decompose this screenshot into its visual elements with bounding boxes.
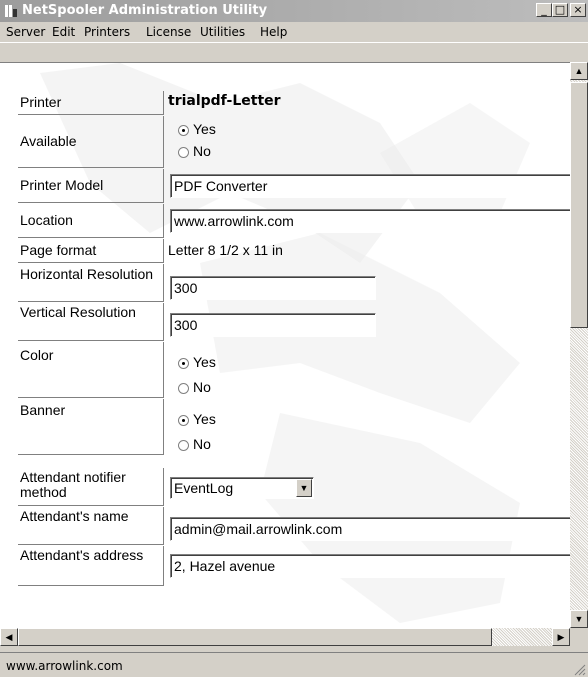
printer-model-label: Printer Model: [18, 169, 164, 203]
vertical-resolution-label: Vertical Resolution: [18, 303, 164, 341]
menu-printers[interactable]: Printers: [84, 25, 130, 39]
menu-help[interactable]: Help: [260, 25, 287, 39]
page-format-label: Page format: [18, 239, 164, 263]
location-input[interactable]: [170, 209, 570, 233]
status-text: www.arrowlink.com: [6, 659, 123, 673]
printer-model-input[interactable]: [170, 174, 570, 198]
window-title: NetSpooler Administration Utility: [22, 3, 268, 18]
printer-app-icon: [5, 5, 17, 17]
location-label: Location: [18, 204, 164, 238]
available-yes-option[interactable]: Yes: [178, 121, 216, 137]
horizontal-resolution-label: Horizontal Resolution: [18, 264, 164, 302]
menu-license[interactable]: License: [146, 25, 191, 39]
status-bar: www.arrowlink.com: [0, 652, 588, 677]
scroll-left-button[interactable]: ◀: [0, 628, 18, 646]
menu-bar: Server Edit Printers License Utilities H…: [0, 22, 588, 43]
attendants-address-input[interactable]: [170, 554, 570, 578]
chevron-down-icon[interactable]: ▼: [296, 479, 312, 497]
banner-yes-option[interactable]: Yes: [178, 411, 216, 427]
resize-grip-icon[interactable]: [574, 664, 586, 676]
printer-name: trialpdf-Letter: [168, 93, 281, 109]
color-label: Color: [18, 342, 164, 398]
attendants-name-label: Attendant's name: [18, 507, 164, 545]
menu-utilities[interactable]: Utilities: [200, 25, 245, 39]
arrow-up-icon: ▲: [574, 66, 584, 76]
radio-selected-icon[interactable]: [178, 124, 189, 136]
radio-selected-icon[interactable]: [178, 357, 189, 369]
attendant-notifier-method-select[interactable]: EventLog ▼: [170, 477, 314, 499]
vertical-scroll-thumb[interactable]: [570, 82, 588, 328]
arrow-right-icon: ▶: [557, 632, 565, 642]
radio-selected-icon[interactable]: [178, 414, 189, 426]
arrow-down-icon: ▼: [574, 614, 584, 624]
title-bar[interactable]: NetSpooler Administration Utility _ □ ×: [0, 0, 588, 22]
scroll-right-button[interactable]: ▶: [552, 628, 570, 646]
app-window: NetSpooler Administration Utility _ □ × …: [0, 0, 588, 677]
attendant-notifier-method-label: Attendant notifier method: [18, 468, 164, 506]
banner-label: Banner: [18, 399, 164, 455]
scroll-down-button[interactable]: ▼: [570, 610, 588, 628]
vertical-resolution-input[interactable]: [170, 313, 376, 337]
available-label: Available: [18, 116, 164, 168]
menu-edit[interactable]: Edit: [52, 25, 75, 39]
scroll-up-button[interactable]: ▲: [570, 62, 588, 80]
horizontal-scroll-thumb[interactable]: [18, 628, 492, 646]
printer-label: Printer: [18, 91, 164, 115]
available-no-option[interactable]: No: [178, 143, 211, 159]
attendants-name-input[interactable]: [170, 517, 570, 541]
page-format-value: Letter 8 1/2 x 11 in: [168, 242, 283, 258]
menu-server[interactable]: Server: [6, 25, 45, 39]
horizontal-resolution-input[interactable]: [170, 276, 376, 300]
selected-notifier-method: EventLog: [174, 480, 234, 496]
arrow-left-icon: ◀: [5, 632, 13, 642]
minimize-button[interactable]: _: [536, 3, 552, 17]
color-no-option[interactable]: No: [178, 379, 211, 395]
banner-no-option[interactable]: No: [178, 436, 211, 452]
radio-icon[interactable]: [178, 382, 189, 394]
radio-icon[interactable]: [178, 439, 189, 451]
printer-properties-panel: Printer trialpdf-Letter Available Yes No…: [0, 62, 570, 629]
attendants-address-label: Attendant's address: [18, 546, 164, 586]
close-button[interactable]: ×: [570, 3, 586, 17]
color-yes-option[interactable]: Yes: [178, 354, 216, 370]
radio-icon[interactable]: [178, 146, 189, 158]
maximize-button[interactable]: □: [552, 3, 568, 17]
